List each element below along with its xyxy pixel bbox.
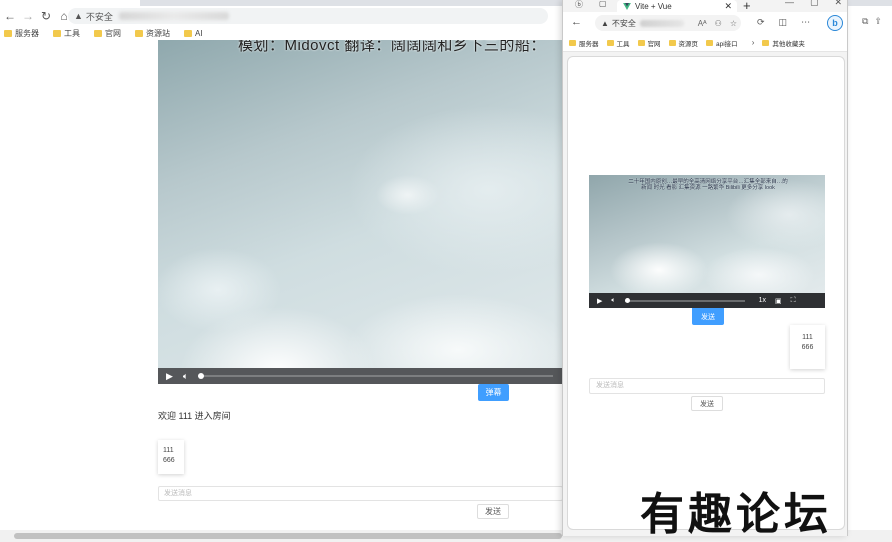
front-address-bar[interactable]: ▲ 不安全 Aᴬ ⚇ ☆ [595, 15, 741, 31]
send-button[interactable]: 发送 [477, 504, 509, 519]
message-input[interactable]: 发送消息 [589, 378, 825, 394]
bookmark-item[interactable]: 工具 [53, 28, 80, 39]
folder-icon [569, 39, 576, 46]
video-progress-bar[interactable] [198, 373, 554, 379]
danmu-button[interactable]: 发送 [692, 308, 724, 325]
bookmark-item[interactable]: 服务器 [4, 28, 39, 39]
chat-user: 111 [163, 447, 174, 454]
bookmark-item[interactable]: 工具 [606, 38, 630, 48]
watermark-text: 有趣论坛 [640, 489, 832, 540]
send-button[interactable]: 发送 [691, 396, 723, 411]
back-arrow-icon[interactable]: ← [2, 8, 18, 24]
play-icon[interactable]: ▶ [597, 297, 602, 305]
front-page-content: 二十年国内原创…最早的全高清网络分享平台…汇集全部来自…的 新闻 时光 看影 汇… [567, 56, 845, 530]
maximize-icon[interactable]: ▢ [810, 0, 819, 8]
warning-icon: ▲ [601, 18, 609, 28]
profile-icon[interactable]: ⓑ [575, 0, 583, 10]
video-progress-bar[interactable] [624, 297, 745, 303]
chat-message-card: 111 666 [158, 440, 184, 474]
bookmark-item[interactable]: 官网 [94, 28, 121, 39]
bookmark-item[interactable]: api接口 [706, 38, 738, 48]
folder-icon [637, 39, 645, 46]
security-label: 不安全 [85, 11, 113, 22]
bookmark-item[interactable]: 资源站 [135, 28, 170, 39]
forward-arrow-icon[interactable]: → [20, 8, 36, 24]
front-toolbar: ← ▲ 不安全 Aᴬ ⚇ ☆ ⟳ ◫ ⋯ b [563, 12, 847, 34]
read-aloud-icon[interactable]: Aᴬ [698, 19, 707, 28]
back-video-player[interactable]: 模划：Midovct 翻译：阔阔阔和乡下三的船： ▶ 🔈︎ [158, 40, 563, 384]
apps-icon[interactable]: ⚇ [715, 19, 722, 28]
address-bar-icons: Aᴬ ⚇ ☆ [698, 19, 737, 28]
message-input[interactable]: 发送消息 [158, 486, 563, 501]
playback-speed[interactable]: 1x [759, 297, 766, 304]
vue-logo-icon [623, 2, 631, 10]
back-arrow-icon[interactable]: ← [571, 16, 582, 28]
tab-actions-icon[interactable]: ▢ [599, 0, 607, 8]
front-browser-window: ⓑ ▢ Vite + Vue ✕ + — ▢ ✕ ← ▲ 不安全 Aᴬ ⚇ ☆ … [562, 0, 848, 536]
folder-icon [94, 29, 102, 37]
progress-handle[interactable] [624, 297, 630, 303]
bookmark-item[interactable]: AI [184, 29, 203, 38]
front-title-bar: ⓑ ▢ Vite + Vue ✕ + — ▢ ✕ [563, 0, 847, 13]
blurred-url [639, 19, 684, 27]
folder-icon [706, 39, 713, 46]
reload-icon[interactable]: ↻ [38, 8, 54, 24]
bookmark-item[interactable]: 服务器 [569, 38, 599, 48]
video-subtitle-line2: 新闻 时光 看影 汇集资源 一路繁华 Bilibili 更多分享 look [641, 185, 775, 191]
folder-icon [762, 39, 770, 46]
chat-message-card: 111 666 [790, 325, 825, 369]
volume-icon[interactable]: 🔈︎ [611, 297, 615, 305]
volume-icon[interactable]: 🔈︎ [183, 371, 188, 382]
more-icon[interactable]: ⋯ [801, 17, 810, 28]
scrollbar-thumb[interactable] [14, 533, 562, 539]
front-toolbar-icons: ⟳ ◫ ⋯ [757, 17, 810, 28]
folder-icon [135, 29, 143, 37]
minimize-icon[interactable]: — [785, 0, 794, 8]
blurred-url [118, 12, 229, 20]
warning-icon: ▲ [74, 11, 83, 21]
extensions-icon[interactable]: ⟳ [757, 17, 765, 28]
folder-icon [606, 39, 614, 46]
pip-icon[interactable]: ▣ [775, 297, 782, 305]
front-video-player[interactable]: 二十年国内原创…最早的全高清网络分享平台…汇集全部来自…的 新闻 时光 看影 汇… [589, 175, 825, 308]
bookmark-item[interactable]: 资源页 [668, 38, 698, 48]
bookmark-other-folders[interactable]: 其他收藏夹 [762, 38, 805, 48]
welcome-message: 欢迎 111 进入房间 [158, 411, 231, 421]
security-label: 不安全 [611, 18, 636, 28]
front-bookmarks-bar: 服务器 工具 官网 资源页 api接口 › 其他收藏夹 [563, 34, 847, 52]
fullscreen-icon[interactable]: ⛶ [791, 297, 796, 305]
chat-text: 666 [163, 457, 175, 464]
folder-icon [53, 29, 61, 37]
video-controls: ▶ 🔈︎ 1x ▣ ⛶ [589, 293, 825, 308]
chat-text: 666 [801, 344, 814, 351]
close-window-icon[interactable]: ✕ [835, 0, 843, 8]
folder-icon [668, 39, 676, 46]
chevron-right-icon[interactable]: › [752, 38, 755, 47]
video-subtitle: 模划：Midovct 翻译：阔阔阔和乡下三的船： [238, 40, 546, 54]
front-tab-title: Vite + Vue [635, 1, 672, 11]
front-browser-tab[interactable]: Vite + Vue ✕ [617, 0, 737, 12]
video-controls: ▶ 🔈︎ [158, 368, 563, 384]
danmu-button[interactable]: 弹幕 [478, 384, 509, 401]
split-screen-icon[interactable]: ◫ [779, 17, 788, 28]
back-address-bar[interactable]: ▲ 不安全 [68, 8, 548, 24]
close-icon[interactable]: ✕ [724, 1, 732, 12]
window-controls: — ▢ ✕ [785, 0, 842, 8]
bing-icon[interactable]: b [827, 15, 843, 31]
favorite-icon[interactable]: ☆ [730, 19, 737, 28]
chat-user: 111 [802, 334, 813, 341]
bookmark-item[interactable]: 官网 [637, 38, 661, 48]
folder-icon [184, 29, 192, 37]
folder-icon [4, 29, 12, 37]
progress-handle[interactable] [198, 373, 205, 379]
play-icon[interactable]: ▶ [166, 371, 173, 382]
